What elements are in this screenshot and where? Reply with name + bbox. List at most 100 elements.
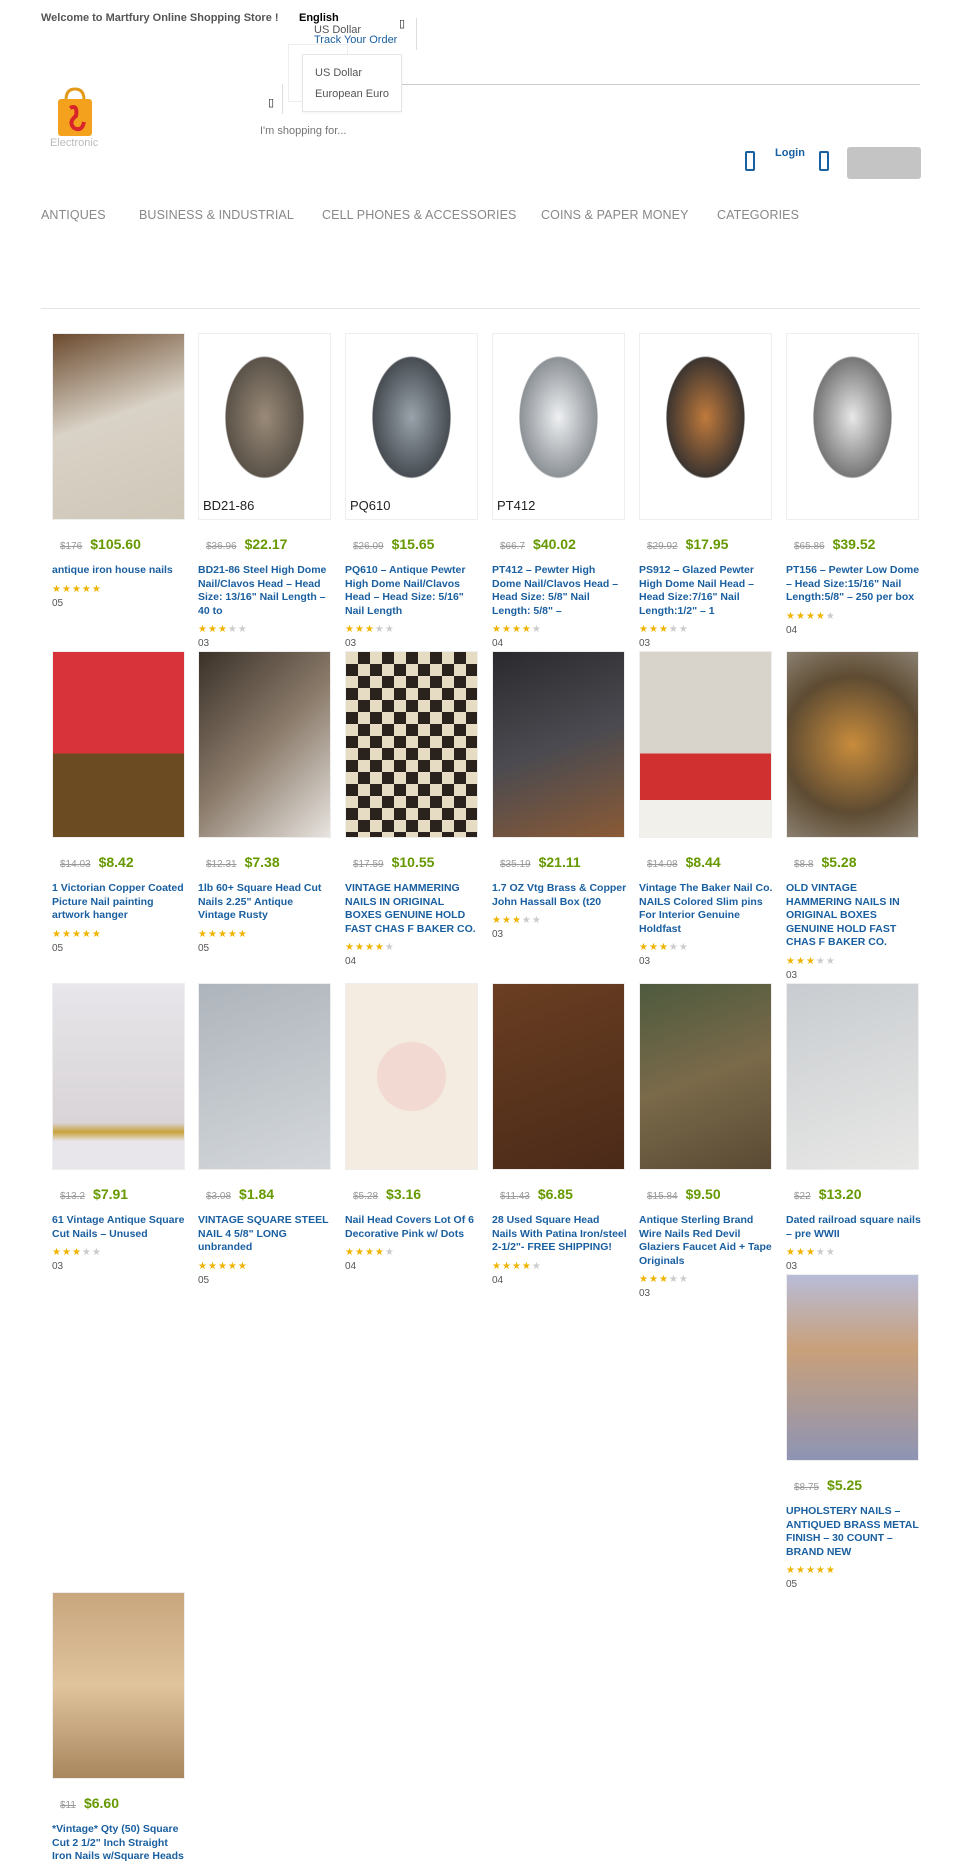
nav-cell-phones[interactable]: Cell Phones & Accessories: [322, 208, 516, 222]
product-image[interactable]: [52, 333, 185, 520]
product-title-link[interactable]: Nail Head Covers Lot Of 6 Decorative Pin…: [345, 1214, 480, 1241]
nav-categories[interactable]: Categories: [717, 208, 799, 222]
track-order-link[interactable]: Track Your Order: [314, 34, 397, 46]
language-selector[interactable]: English: [299, 12, 339, 24]
currency-option-usd[interactable]: US Dollar: [303, 63, 401, 84]
search-input[interactable]: [260, 125, 460, 137]
star-icon: ★: [815, 610, 826, 622]
product-image[interactable]: [786, 651, 919, 838]
wishlist-icon[interactable]: [745, 151, 755, 171]
original-price: $17.59: [353, 859, 384, 870]
original-price: $11.43: [500, 1191, 530, 1202]
product-image[interactable]: [639, 983, 772, 1170]
sale-price: $6.60: [83, 1795, 119, 1811]
product-title-link[interactable]: OLD VINTAGE HAMMERING NAILS IN ORIGINAL …: [786, 882, 921, 950]
product-title-link[interactable]: Dated railroad square nails – pre WWII: [786, 1214, 921, 1241]
product-title-link[interactable]: PS912 – Glazed Pewter High Dome Nail Hea…: [639, 564, 774, 618]
star-rating: ★★★★★: [52, 584, 187, 596]
product-title-link[interactable]: PT412 – Pewter High Dome Nail/Clavos Hea…: [492, 564, 627, 618]
product-image[interactable]: [786, 983, 919, 1170]
user-icon[interactable]: [819, 151, 829, 171]
sale-price: $13.20: [818, 1186, 862, 1202]
product-image[interactable]: [345, 983, 478, 1170]
product-card: $15.84 $9.50 Antique Sterling Brand Wire …: [639, 983, 774, 1299]
product-title-link[interactable]: antique iron house nails: [52, 564, 187, 578]
star-icon: ★: [345, 624, 355, 636]
product-card: $29.92 $17.95 PS912 – Glazed Pewter High …: [639, 333, 774, 649]
product-image[interactable]: [639, 651, 772, 838]
product-title-link[interactable]: 1.7 OZ Vtg Brass & Copper John Hassall B…: [492, 882, 627, 909]
product-image[interactable]: [492, 651, 625, 838]
product-title-link[interactable]: PT156 – Pewter Low Dome – Head Size:15/1…: [786, 564, 921, 605]
currency-option-eur[interactable]: European Euro: [303, 84, 401, 105]
login-link[interactable]: Login: [775, 147, 805, 159]
star-icon: ★: [658, 942, 669, 954]
product-image[interactable]: [52, 983, 185, 1170]
product-image[interactable]: [345, 651, 478, 838]
product-title-link[interactable]: UPHOLSTERY NAILS – ANTIQUED BRASS METAL …: [786, 1505, 921, 1559]
product-title-link[interactable]: VINTAGE HAMMERING NAILS IN ORIGINAL BOXE…: [345, 882, 480, 936]
product-image[interactable]: BD21-86: [198, 333, 331, 520]
star-icon: ★: [678, 624, 689, 636]
star-icon: ★: [71, 928, 82, 940]
cart-button[interactable]: [847, 147, 921, 179]
product-image[interactable]: [786, 333, 919, 520]
star-icon: ★: [207, 1260, 218, 1272]
original-price: $8.75: [794, 1482, 820, 1493]
star-rating: ★★★★★: [639, 1274, 774, 1286]
nav-business-industrial[interactable]: Business & Industrial: [139, 208, 294, 222]
star-rating: ★★★★★: [492, 915, 627, 927]
star-icon: ★: [492, 915, 502, 927]
star-icon: ★: [52, 1247, 62, 1259]
product-title-link[interactable]: PQ610 – Antique Pewter High Dome Nail/Cl…: [345, 564, 480, 618]
product-title-link[interactable]: Vintage The Baker Nail Co. NAILS Colored…: [639, 882, 774, 936]
star-icon: ★: [511, 624, 522, 636]
product-title-link[interactable]: BD21-86 Steel High Dome Nail/Clavos Head…: [198, 564, 333, 618]
nav-coins-paper-money[interactable]: Coins & Paper Money: [541, 208, 689, 222]
product-image[interactable]: [786, 1274, 919, 1461]
star-icon: ★: [237, 1260, 248, 1272]
star-icon: ★: [354, 1247, 365, 1259]
product-image[interactable]: [198, 651, 331, 838]
star-rating: ★★★★★: [345, 942, 480, 954]
product-title-link[interactable]: VINTAGE SQUARE STEEL NAIL 4 5/8" LONG un…: [198, 1214, 333, 1255]
rating-label: 03: [639, 638, 651, 650]
rating-label: 04: [492, 1274, 504, 1286]
product-title-link[interactable]: 1lb 60+ Square Head Cut Nails 2.25" Anti…: [198, 882, 333, 923]
product-title-link[interactable]: Antique Sterling Brand Wire Nails Red De…: [639, 1214, 774, 1268]
star-icon: ★: [805, 1247, 816, 1259]
product-image[interactable]: PT412: [492, 333, 625, 520]
star-rating: ★★★★★: [639, 624, 774, 636]
star-icon: ★: [668, 624, 679, 636]
sale-price: $5.28: [821, 854, 857, 870]
logo-text: Electronic: [50, 137, 99, 149]
product-title-link[interactable]: 61 Vintage Antique Square Cut Nails – Un…: [52, 1214, 187, 1241]
star-icon: ★: [678, 1274, 689, 1286]
product-title-link[interactable]: 28 Used Square Head Nails With Patina Ir…: [492, 1214, 627, 1255]
star-icon: ★: [354, 942, 365, 954]
star-icon: ★: [678, 942, 689, 954]
star-icon: ★: [71, 583, 82, 595]
divider: [416, 18, 417, 50]
original-price: $8.8: [794, 859, 814, 870]
product-image[interactable]: [639, 333, 772, 520]
product-card: $35.19 $21.11 1.7 OZ Vtg Brass & Copper J…: [492, 651, 627, 940]
star-rating: ★★★★★: [786, 956, 921, 968]
product-card: $8.75 $5.25 UPHOLSTERY NAILS – ANTIQUED B…: [786, 1274, 921, 1590]
original-price: $3.08: [206, 1191, 232, 1202]
star-icon: ★: [531, 624, 542, 636]
product-title-link[interactable]: 1 Victorian Copper Coated Picture Nail p…: [52, 882, 187, 923]
product-image[interactable]: [198, 983, 331, 1170]
star-icon: ★: [805, 610, 816, 622]
product-image[interactable]: PQ610: [345, 333, 478, 520]
product-title-link[interactable]: *Vintage* Qty (50) Square Cut 2 1/2" Inc…: [52, 1823, 187, 1864]
star-icon: ★: [364, 1247, 375, 1259]
product-card: $14.08 $8.44 Vintage The Baker Nail Co. N…: [639, 651, 774, 967]
product-image[interactable]: [492, 983, 625, 1170]
product-image[interactable]: [52, 1592, 185, 1779]
rating-label: 05: [52, 597, 64, 609]
search-category-icon[interactable]: ▯: [268, 96, 274, 109]
nav-antiques[interactable]: Antiques: [41, 208, 106, 222]
product-image[interactable]: [52, 651, 185, 838]
logo[interactable]: [50, 86, 100, 138]
